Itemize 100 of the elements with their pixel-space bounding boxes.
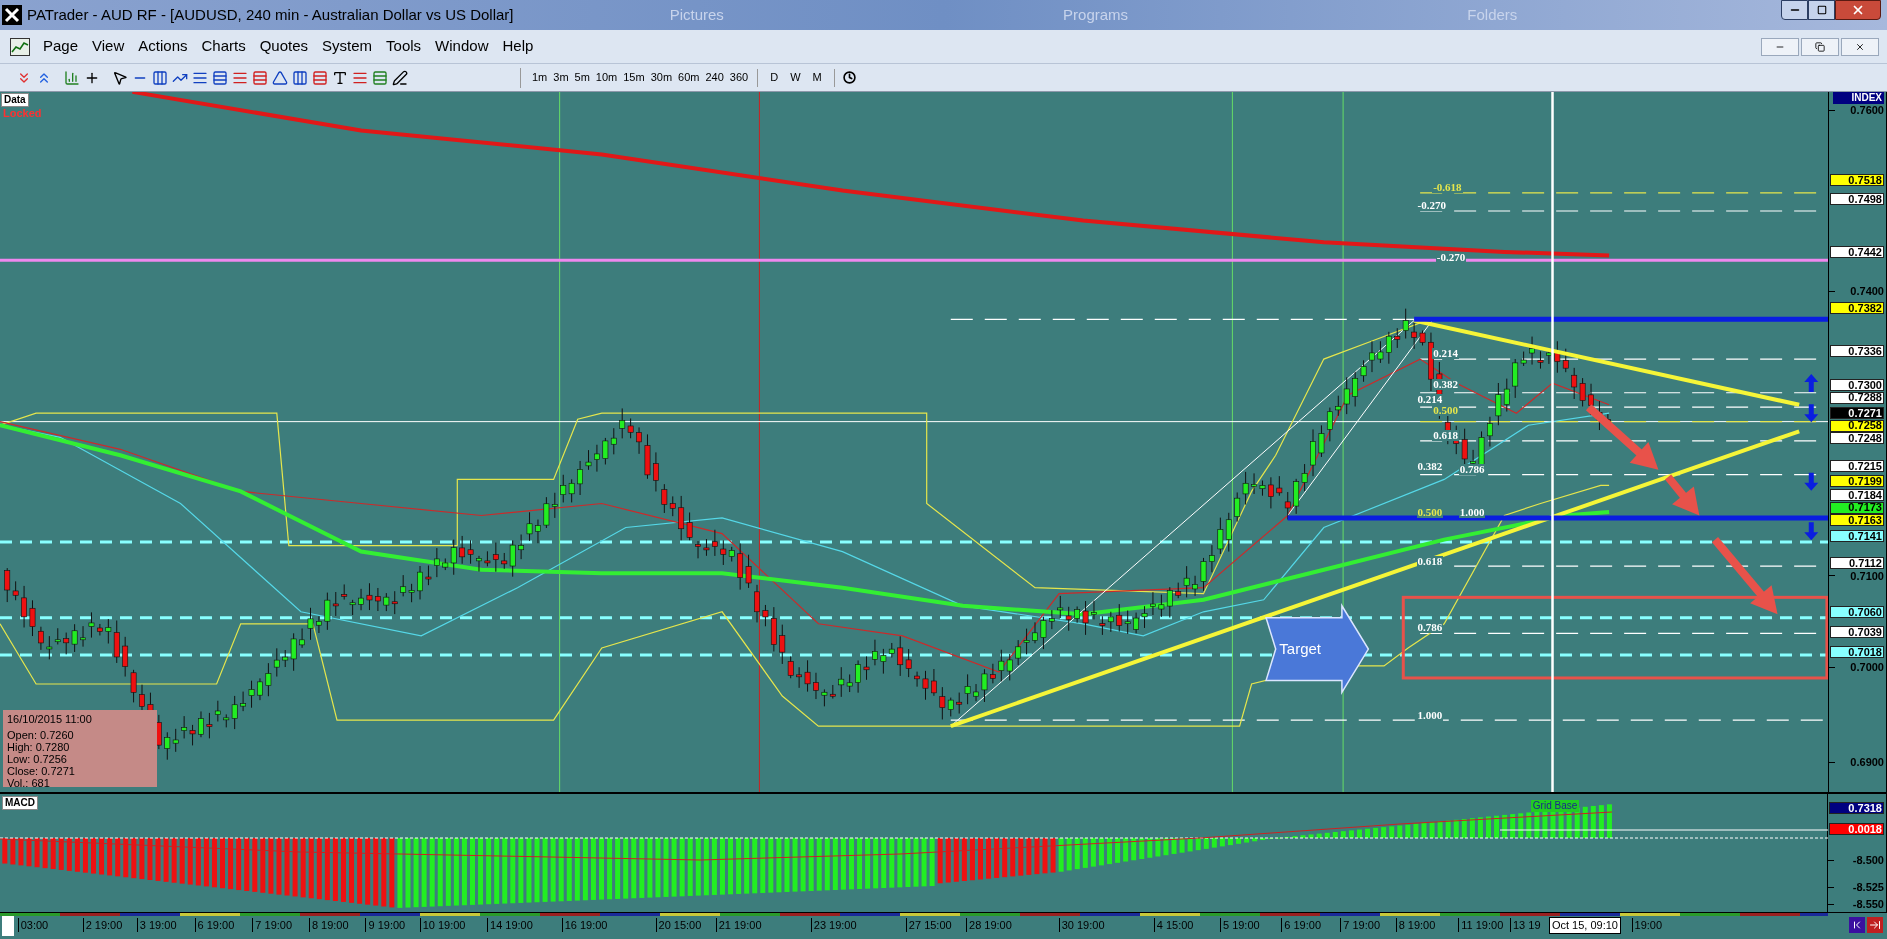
ohlc-value: Low: 0.7256 bbox=[7, 753, 68, 765]
price-marker: 0.7288 bbox=[1830, 391, 1884, 404]
data-tag: Data bbox=[1, 93, 29, 107]
price-tick-label: -8.550 bbox=[1852, 898, 1885, 910]
menu-item[interactable]: Charts bbox=[194, 35, 253, 58]
timeframe-button[interactable]: 1m bbox=[529, 69, 551, 86]
price-marker: 0.7300 bbox=[1830, 379, 1884, 391]
menu-item[interactable]: System bbox=[315, 35, 380, 58]
price-marker: 0.7018 bbox=[1830, 646, 1884, 658]
price-tick-label: 0.7400 bbox=[1850, 285, 1885, 297]
price-marker: 0.7248 bbox=[1830, 432, 1884, 444]
time-label: 13 19 bbox=[1510, 918, 1541, 932]
price-marker: 0.7039 bbox=[1830, 626, 1884, 638]
index-label: INDEX bbox=[1833, 92, 1884, 104]
price-marker: 0.7060 bbox=[1830, 606, 1884, 618]
timeframe-button[interactable]: 15m bbox=[620, 69, 648, 86]
scroll-end-icon bbox=[1869, 919, 1881, 931]
mdi-restore-button[interactable] bbox=[1801, 37, 1839, 56]
ohlc-value: High: 0.7280 bbox=[7, 741, 71, 753]
time-label: 6 19:00 bbox=[194, 918, 235, 932]
period-button[interactable]: M bbox=[806, 69, 828, 86]
price-tick-label: 0.6900 bbox=[1850, 756, 1885, 768]
time-label: 23 19:00 bbox=[810, 918, 857, 932]
menu-item[interactable]: Tools bbox=[379, 35, 429, 58]
time-label: 14 19:00 bbox=[487, 918, 533, 932]
fibonacci-label: 0.500 bbox=[1432, 404, 1459, 416]
ohlc-date: 16/10/2015 11:00 bbox=[7, 713, 93, 726]
desktop-label: Folders bbox=[1467, 4, 1518, 25]
price-marker: 0.7518 bbox=[1830, 174, 1884, 186]
timeframe-button[interactable]: 60m bbox=[675, 69, 703, 86]
time-label: 4 15:00 bbox=[1153, 918, 1194, 932]
menu-item[interactable]: Help bbox=[495, 35, 541, 58]
time-label: 16 19:00 bbox=[561, 918, 608, 932]
price-marker: 0.7112 bbox=[1830, 557, 1884, 569]
time-label: 5 19:00 bbox=[1219, 918, 1260, 932]
period-button[interactable]: D bbox=[764, 69, 785, 86]
chart-app-icon bbox=[10, 37, 30, 56]
price-marker: 0.7382 bbox=[1830, 302, 1884, 314]
close-button[interactable] bbox=[1835, 0, 1881, 20]
price-marker: 0.7141 bbox=[1830, 530, 1884, 542]
price-tick-label: 0.7000 bbox=[1850, 661, 1885, 673]
macd-label: MACD bbox=[2, 796, 38, 810]
grid-base-tag: Grid Base bbox=[1530, 800, 1580, 812]
up-arrow-icon bbox=[1804, 374, 1819, 393]
maximize-button[interactable] bbox=[1808, 0, 1835, 20]
fibonacci-label: 0.786 bbox=[1416, 622, 1444, 634]
scroll-start-button[interactable] bbox=[1849, 917, 1865, 933]
ohlc-value: Close: 0.7271 bbox=[7, 765, 76, 777]
price-tick-label: -8.525 bbox=[1852, 881, 1885, 893]
price-tick-label: -8.500 bbox=[1852, 854, 1885, 866]
desktop-label: Pictures bbox=[669, 4, 724, 25]
menu-item[interactable]: Window bbox=[428, 35, 496, 58]
close-icon bbox=[1855, 41, 1865, 52]
price-marker: 0.0018 bbox=[1829, 823, 1884, 835]
window-title: PATrader - AUD RF - [AUDUSD, 240 min - Australian Dollar vs US Dollar] bbox=[27, 4, 514, 25]
price-marker: 0.7215 bbox=[1830, 460, 1884, 472]
timeframe-button[interactable]: 3m bbox=[550, 69, 572, 86]
fibonacci-label: -0.270 bbox=[1435, 251, 1467, 263]
time-label: 27 15:00 bbox=[905, 918, 952, 932]
menu-item[interactable]: Page bbox=[36, 35, 86, 58]
fibonacci-label: 0.618 bbox=[1416, 556, 1444, 568]
time-label: 20 15:00 bbox=[655, 918, 702, 932]
ohlc-value: Vol.: 681 bbox=[7, 777, 51, 789]
down-arrow-icon bbox=[1804, 472, 1819, 491]
timeframe-button[interactable]: 30m bbox=[647, 69, 676, 86]
menu-item[interactable]: Actions bbox=[131, 35, 195, 58]
timeframe-button[interactable]: 240 bbox=[702, 69, 727, 86]
price-marker: 0.7199 bbox=[1830, 475, 1884, 487]
down-arrow-icon bbox=[1804, 522, 1819, 541]
scroll-end-button[interactable] bbox=[1867, 917, 1883, 933]
price-marker: 0.7184 bbox=[1830, 489, 1884, 501]
price-marker: 0.7336 bbox=[1830, 345, 1884, 357]
timeframe-button[interactable]: 360 bbox=[726, 69, 752, 86]
period-button[interactable]: W bbox=[784, 69, 807, 86]
price-marker: 0.7258 bbox=[1830, 419, 1884, 432]
minimize-button[interactable] bbox=[1781, 0, 1808, 20]
price-marker: 0.7271 bbox=[1830, 407, 1884, 419]
timeframe-button[interactable]: 5m bbox=[571, 69, 593, 86]
down-arrow-icon bbox=[1804, 404, 1819, 423]
price-tick-label: 0.7600 bbox=[1850, 104, 1885, 116]
fibonacci-label: 0.382 bbox=[1416, 461, 1444, 473]
fibonacci-label: 0.618 bbox=[1432, 429, 1459, 441]
desktop-label: Programs bbox=[1063, 4, 1129, 25]
arrow-icon bbox=[1585, 404, 1659, 470]
time-label: 28 19:00 bbox=[966, 918, 1012, 932]
fibonacci-label: -0.618 bbox=[1432, 181, 1463, 193]
lock-status: Locked bbox=[3, 107, 42, 119]
menu-item[interactable]: Quotes bbox=[252, 35, 316, 58]
fibonacci-label: 0.382 bbox=[1432, 379, 1459, 391]
time-label: 7 19:00 bbox=[1340, 918, 1380, 932]
menu-item[interactable]: View bbox=[85, 35, 132, 58]
price-marker: 0.7173 bbox=[1830, 501, 1884, 514]
time-label: 10 19:00 bbox=[419, 918, 466, 932]
price-marker: 0.7318 bbox=[1829, 802, 1884, 814]
time-label: 8 19:00 bbox=[1395, 918, 1436, 932]
timeframe-button[interactable]: 10m bbox=[592, 69, 621, 86]
price-marker: 0.7163 bbox=[1830, 514, 1884, 526]
time-label: 21 19:00 bbox=[715, 918, 762, 932]
clock-icon[interactable] bbox=[840, 68, 859, 87]
time-label: 3 19:00 bbox=[136, 918, 177, 932]
